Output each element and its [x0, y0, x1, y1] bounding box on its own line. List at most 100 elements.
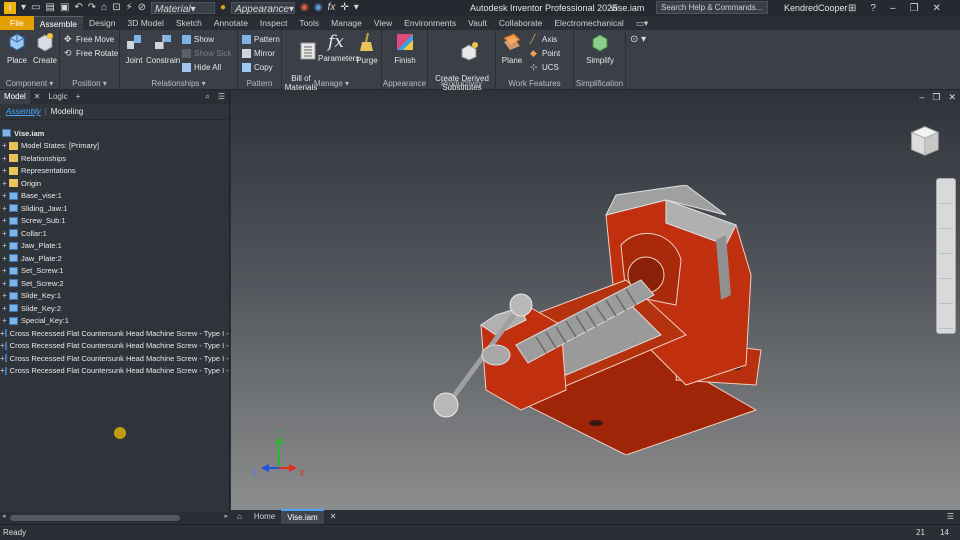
tree-item[interactable]: + Set_Screw:1	[0, 265, 229, 278]
maximize-icon[interactable]: ❐	[910, 3, 919, 14]
open-icon[interactable]: ▤	[45, 1, 54, 15]
tab-model[interactable]: Model	[0, 90, 30, 104]
search-icon[interactable]: ⌕	[201, 90, 213, 104]
purge-button[interactable]: Purge	[354, 32, 380, 65]
tree-item[interactable]: + Special_Key:1	[0, 315, 229, 328]
close-model-tab-icon[interactable]: ✕	[30, 90, 45, 104]
inventor-logo-icon[interactable]: I	[4, 2, 16, 14]
expand-icon[interactable]: +	[0, 204, 9, 213]
look-at-icon[interactable]	[939, 282, 953, 304]
help-icon[interactable]: ?	[870, 3, 876, 14]
tab-annotate[interactable]: Annotate	[208, 16, 254, 30]
tree-item[interactable]: + Slide_Key:2	[0, 302, 229, 315]
tree-item[interactable]: + Sliding_Jaw:1	[0, 202, 229, 215]
plane-button[interactable]: Plane	[498, 32, 526, 65]
viewport-close-icon[interactable]: ✕	[948, 92, 956, 103]
ucs-button[interactable]: ⊹ UCS	[530, 61, 559, 74]
color-override-icon[interactable]: ◉	[300, 1, 309, 15]
expand-icon[interactable]: +	[0, 216, 9, 225]
minimize-icon[interactable]: –	[890, 3, 896, 14]
tree-item[interactable]: + Cross Recessed Flat Countersunk Head Ma…	[0, 340, 229, 353]
fx-icon[interactable]: fx	[328, 1, 336, 15]
free-move-button[interactable]: ✥ Free Move	[64, 33, 114, 46]
tree-item[interactable]: + Model States: [Primary]	[0, 140, 229, 153]
view-cube-icon[interactable]	[904, 121, 942, 159]
ribbon-extra-button[interactable]: ⊙ ▾	[630, 33, 646, 46]
viewport-minimize-icon[interactable]: –	[919, 92, 924, 103]
expand-icon[interactable]: +	[0, 304, 9, 313]
show-sick-button[interactable]: Show Sick	[182, 47, 231, 60]
create-button[interactable]: Create	[32, 32, 58, 65]
assembly-subtab[interactable]: Assembly	[6, 107, 41, 116]
search-input[interactable]: Search Help & Commands...	[656, 1, 768, 14]
pattern-button[interactable]: Pattern	[242, 33, 280, 46]
free-rotate-button[interactable]: ⟲ Free Rotate	[64, 47, 118, 60]
tab-home[interactable]: Home	[248, 510, 281, 524]
joint-button[interactable]: Joint	[122, 32, 146, 65]
undo-icon[interactable]: ↶	[74, 1, 82, 15]
home-icon[interactable]: ⌂	[101, 1, 107, 15]
material-combo[interactable]: Material▾	[151, 2, 216, 15]
home-tab-icon[interactable]: ⌂	[231, 510, 248, 524]
tree-root[interactable]: Vise.iam	[0, 127, 229, 140]
select-icon[interactable]: ⊡	[112, 1, 120, 15]
tree-item[interactable]: + Cross Recessed Flat Countersunk Head Ma…	[0, 365, 229, 378]
browser-menu-icon[interactable]: ☰	[214, 90, 229, 104]
cart-icon[interactable]: ⊞	[848, 3, 856, 14]
modeling-subtab[interactable]: Modeling	[51, 107, 83, 116]
close-document-tab-icon[interactable]: ✕	[324, 510, 343, 524]
expand-icon[interactable]: +	[0, 179, 9, 188]
expand-icon[interactable]: +	[0, 291, 9, 300]
expand-icon[interactable]: +	[0, 279, 9, 288]
tree-item[interactable]: + Jaw_Plate:1	[0, 240, 229, 253]
save-icon[interactable]: ▣	[60, 1, 69, 15]
finish-button[interactable]: Finish	[390, 32, 420, 65]
expand-icon[interactable]: +	[0, 166, 9, 175]
update-icon[interactable]: ⚡	[126, 1, 133, 15]
tab-tools[interactable]: Tools	[293, 16, 325, 30]
redo-icon[interactable]: ↷	[88, 1, 96, 15]
customize-icon[interactable]: ▾	[354, 1, 359, 15]
expand-icon[interactable]: +	[0, 316, 9, 325]
steering-wheel-icon[interactable]	[939, 182, 953, 204]
tab-view[interactable]: View	[368, 16, 398, 30]
tree-item[interactable]: + Origin	[0, 177, 229, 190]
move-icon[interactable]: ✛	[340, 1, 348, 15]
navbar-options-icon[interactable]	[939, 307, 953, 329]
expand-icon[interactable]: +	[0, 141, 9, 150]
tab-environments[interactable]: Environments	[398, 16, 462, 30]
tab-design[interactable]: Design	[83, 16, 121, 30]
expand-icon[interactable]: +	[0, 191, 9, 200]
tree-item[interactable]: + Relationships	[0, 152, 229, 165]
scroll-left-icon[interactable]: ◂	[2, 512, 6, 520]
point-button[interactable]: ◆ Point	[530, 47, 560, 60]
appearance-combo[interactable]: Appearance▾	[231, 2, 296, 15]
expand-icon[interactable]: +	[0, 229, 9, 238]
expand-icon[interactable]: +	[0, 266, 9, 275]
tree-item[interactable]: + Base_vise:1	[0, 190, 229, 203]
axis-button[interactable]: ╱ Axis	[530, 33, 557, 46]
tab-manage[interactable]: Manage	[325, 16, 368, 30]
add-tab-icon[interactable]: +	[72, 90, 85, 104]
tab-inspect[interactable]: Inspect	[254, 16, 293, 30]
mirror-button[interactable]: Mirror	[242, 47, 275, 60]
close-icon[interactable]: ✕	[932, 3, 940, 14]
show-button[interactable]: Show	[182, 33, 214, 46]
zoom-icon[interactable]	[939, 232, 953, 254]
expand-icon[interactable]: +	[0, 154, 9, 163]
return-icon[interactable]: ⊘	[138, 1, 146, 15]
graphics-viewport[interactable]: – ❐ ✕ Y X Z	[231, 90, 960, 510]
ribbon-options-icon[interactable]: ▭▾	[630, 16, 654, 30]
tab-sketch[interactable]: Sketch	[170, 16, 208, 30]
orbit-icon[interactable]	[939, 257, 953, 279]
menu-icon[interactable]: ▾	[21, 1, 26, 15]
new-icon[interactable]: ▭	[31, 1, 40, 15]
tree-item[interactable]: + Set_Screw:2	[0, 277, 229, 290]
tree-item[interactable]: + Representations	[0, 165, 229, 178]
tab-assemble[interactable]: Assemble	[33, 16, 84, 30]
tree-item[interactable]: + Collar:1	[0, 227, 229, 240]
tree-item[interactable]: + Slide_Key:1	[0, 290, 229, 303]
tab-logic[interactable]: Logic	[45, 90, 72, 104]
expand-icon[interactable]: +	[0, 241, 9, 250]
tree-item[interactable]: + Cross Recessed Flat Countersunk Head Ma…	[0, 327, 229, 340]
